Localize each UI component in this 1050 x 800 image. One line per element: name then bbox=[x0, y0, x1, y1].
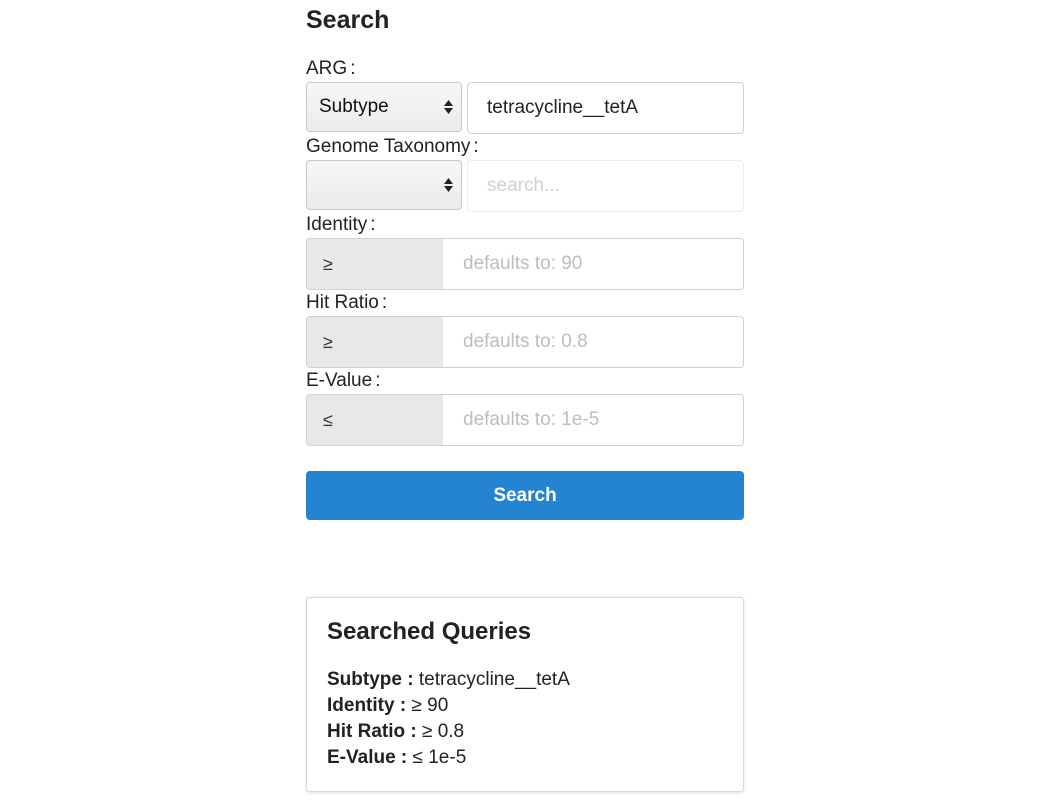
arg-label-colon: : bbox=[350, 58, 356, 79]
query-item-value: ≤ 1e-5 bbox=[412, 747, 467, 768]
identity-input-group: ≥ defaults to: 90 bbox=[306, 238, 744, 290]
taxonomy-label: Genome Taxonomy : bbox=[306, 136, 479, 158]
query-item-key: Hit Ratio : bbox=[327, 721, 417, 742]
taxonomy-search-placeholder: search... bbox=[487, 175, 560, 196]
identity-input[interactable]: defaults to: 90 bbox=[443, 239, 743, 289]
query-item: Hit Ratio : ≥ 0.8 bbox=[327, 721, 464, 743]
hit-ratio-operator-addon: ≥ bbox=[307, 317, 443, 367]
hit-ratio-label-colon: : bbox=[381, 292, 388, 313]
search-button[interactable]: Search bbox=[306, 471, 744, 520]
identity-label-colon: : bbox=[370, 214, 376, 235]
evalue-input[interactable]: defaults to: 1e-5 bbox=[443, 395, 743, 445]
identity-label: Identity : bbox=[306, 214, 376, 236]
searched-queries-title: Searched Queries bbox=[327, 618, 532, 645]
evalue-input-placeholder: defaults to: 1e-5 bbox=[463, 409, 600, 430]
taxonomy-rank-select[interactable] bbox=[306, 160, 462, 210]
hit-ratio-label: Hit Ratio : bbox=[306, 292, 387, 314]
hit-ratio-input-placeholder: defaults to: 0.8 bbox=[463, 331, 588, 352]
searched-queries-panel: Searched Queries Subtype : tetracycline_… bbox=[306, 597, 744, 792]
evalue-input-group: ≤ defaults to: 1e-5 bbox=[306, 394, 744, 446]
identity-operator-addon: ≥ bbox=[307, 239, 443, 289]
query-item-value: tetracycline__tetA bbox=[418, 669, 570, 690]
hit-ratio-label-text: Hit Ratio bbox=[306, 292, 379, 313]
arg-name-input-value: tetracycline__tetA bbox=[487, 97, 639, 118]
query-item-key: Identity : bbox=[327, 695, 407, 716]
query-item-value: ≥ 0.8 bbox=[422, 721, 465, 742]
arg-type-select[interactable]: Subtype bbox=[306, 82, 462, 132]
query-item: Subtype : tetracycline__tetA bbox=[327, 669, 570, 691]
taxonomy-label-colon: : bbox=[473, 136, 479, 157]
arg-type-select-value: Subtype bbox=[319, 96, 389, 117]
select-arrows-icon bbox=[444, 178, 453, 192]
query-item-value: ≥ 90 bbox=[411, 695, 449, 716]
evalue-label-colon: : bbox=[375, 370, 381, 391]
hit-ratio-input-group: ≥ defaults to: 0.8 bbox=[306, 316, 744, 368]
query-item: Identity : ≥ 90 bbox=[327, 695, 448, 717]
evalue-label: E-Value : bbox=[306, 370, 380, 392]
arg-name-input[interactable]: tetracycline__tetA bbox=[467, 82, 744, 134]
query-item-key: E-Value : bbox=[327, 747, 408, 768]
arg-label-text: ARG bbox=[306, 58, 348, 79]
taxonomy-search-input[interactable]: search... bbox=[467, 160, 744, 212]
taxonomy-label-text: Genome Taxonomy bbox=[306, 136, 471, 157]
page-title: Search bbox=[306, 6, 390, 34]
identity-label-text: Identity bbox=[306, 214, 368, 235]
arg-label: ARG : bbox=[306, 58, 355, 80]
hit-ratio-input[interactable]: defaults to: 0.8 bbox=[443, 317, 743, 367]
identity-input-placeholder: defaults to: 90 bbox=[463, 253, 583, 274]
evalue-operator-addon: ≤ bbox=[307, 395, 443, 445]
query-item-key: Subtype : bbox=[327, 669, 414, 690]
select-arrows-icon bbox=[444, 100, 453, 114]
query-item: E-Value : ≤ 1e-5 bbox=[327, 747, 466, 769]
evalue-label-text: E-Value bbox=[306, 370, 373, 391]
